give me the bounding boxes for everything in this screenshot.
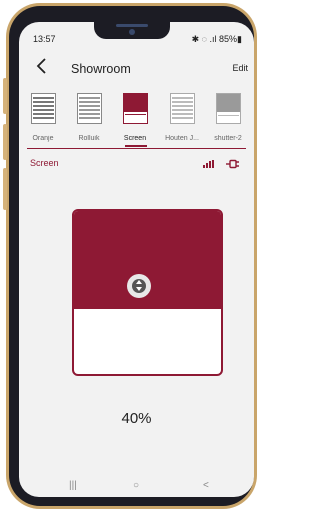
speaker-grille — [116, 24, 148, 27]
device-tile-rolluik[interactable]: Rolluik — [66, 90, 112, 148]
status-time: 13:57 — [33, 34, 56, 44]
up-down-arrows-icon — [132, 279, 146, 293]
back-button[interactable]: < — [203, 480, 209, 491]
tiles-divider — [27, 148, 246, 149]
blinds-icon — [77, 93, 102, 124]
recent-apps-button[interactable]: ||| — [69, 480, 77, 491]
position-percentage: 40% — [121, 410, 152, 427]
phone-notch — [94, 19, 170, 39]
plug-icon[interactable] — [226, 159, 240, 169]
app-header: Showroom Edit — [19, 54, 254, 84]
blinds-icon — [31, 93, 56, 124]
device-label: Screen — [123, 135, 147, 142]
volume-button — [3, 78, 7, 114]
status-icons: ✱ ◌ .ıl 85%▮ — [191, 34, 242, 44]
device-label: Houten J... — [165, 135, 199, 142]
front-camera — [129, 29, 135, 35]
active-tab-indicator — [125, 145, 147, 147]
device-tiles: Oranje Rolluik Screen Houten J... shutte… — [19, 90, 254, 148]
device-label: Rolluik — [78, 135, 100, 142]
device-label: Oranje — [32, 135, 54, 142]
edit-button[interactable]: Edit — [232, 63, 248, 73]
device-tile-houten[interactable]: Houten J... — [159, 90, 205, 148]
app-screen: 13:57 ✱ ◌ .ıl 85%▮ Showroom Edit Oranje — [19, 22, 254, 497]
device-tile-shutter-2[interactable]: shutter-2 — [205, 90, 251, 148]
page-title: Showroom — [71, 62, 131, 76]
power-button — [3, 124, 7, 160]
shade-drag-handle[interactable] — [127, 274, 151, 298]
blinds-icon — [170, 93, 195, 124]
home-button[interactable]: ○ — [133, 480, 139, 491]
signal-icon — [203, 160, 214, 168]
screen-icon — [123, 93, 148, 124]
section-title: Screen — [30, 158, 59, 168]
android-nav-bar: ||| ○ < — [19, 472, 254, 497]
section-header: Screen — [19, 152, 254, 169]
side-button — [3, 168, 7, 210]
shutter-icon — [216, 93, 241, 124]
back-arrow-icon[interactable] — [33, 57, 51, 75]
device-tile-oranje[interactable]: Oranje — [20, 90, 66, 148]
device-label: shutter-2 — [214, 135, 242, 142]
device-tile-screen[interactable]: Screen — [112, 90, 158, 148]
